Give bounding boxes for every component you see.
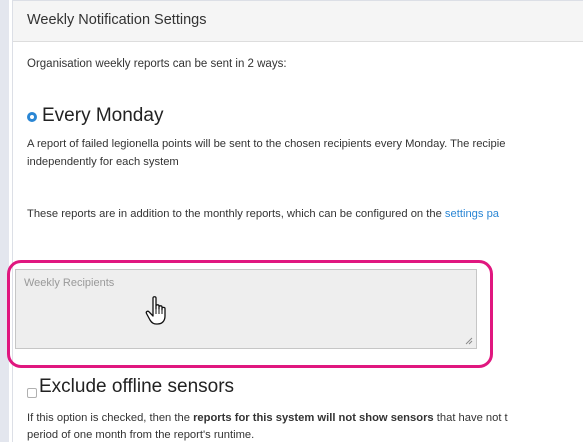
monday-description-line1: A report of failed legionella points wil… <box>27 138 506 150</box>
resize-grip-icon[interactable] <box>465 337 473 345</box>
monthly-reports-note: These reports are in addition to the mon… <box>27 205 499 223</box>
panel-title: Weekly Notification Settings <box>27 12 207 28</box>
weekly-notification-panel: Weekly Notification Settings Organisatio… <box>12 0 583 442</box>
weekly-recipients-placeholder: Weekly Recipients <box>24 277 115 289</box>
sidebar-edge <box>0 0 9 442</box>
hand-pointer-icon <box>145 296 166 325</box>
page: Weekly Notification Settings Organisatio… <box>0 0 583 442</box>
offline-description-line2: period of one month from the report's ru… <box>27 429 255 441</box>
offline-desc-prefix: If this option is checked, then the <box>27 412 194 424</box>
intro-text: Organisation weekly reports can be sent … <box>27 58 287 70</box>
weekly-recipients-textarea[interactable]: Weekly Recipients <box>15 269 477 349</box>
offline-description-line1: If this option is checked, then the repo… <box>27 409 508 427</box>
panel-header: Weekly Notification Settings <box>13 1 583 42</box>
settings-page-link[interactable]: settings pa <box>445 208 499 220</box>
offline-desc-suffix: that have not t <box>433 412 508 424</box>
monthly-reports-note-text: These reports are in addition to the mon… <box>27 208 445 220</box>
every-monday-radio[interactable] <box>27 112 37 122</box>
every-monday-label[interactable]: Every Monday <box>42 105 163 127</box>
exclude-offline-label[interactable]: Exclude offline sensors <box>39 376 234 398</box>
monday-description-line2: independently for each system <box>27 156 179 168</box>
exclude-offline-checkbox[interactable] <box>27 388 37 398</box>
offline-desc-bold: reports for this system will not show se… <box>193 412 434 424</box>
